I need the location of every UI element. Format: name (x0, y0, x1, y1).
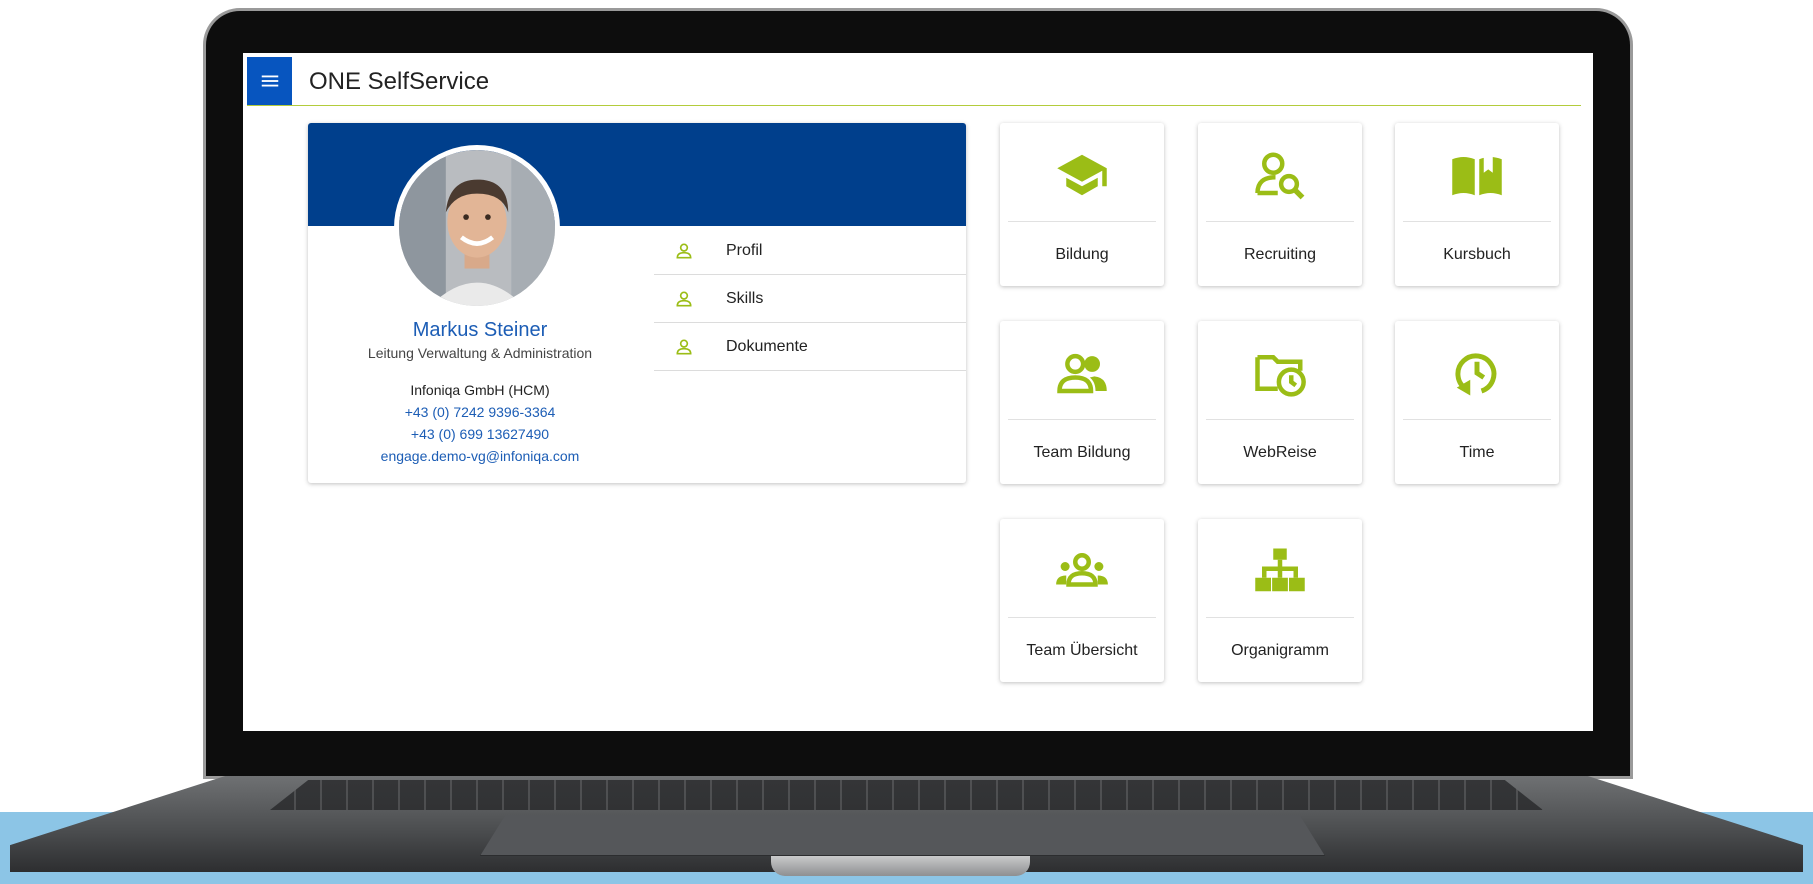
clock-history-icon (1450, 346, 1504, 400)
org-chart-icon (1253, 544, 1307, 598)
tile-separator (1206, 419, 1354, 420)
tile-bildung[interactable]: Bildung (1000, 123, 1164, 286)
profile-name: Markus Steiner (412, 319, 548, 341)
people-icon (1055, 346, 1109, 400)
menu-button[interactable] (247, 57, 292, 105)
profile-company: Infoniqa GmbH (HCM) (410, 382, 550, 398)
tile-separator (1206, 617, 1354, 618)
profile-phone-2[interactable]: +43 (0) 699 13627490 (308, 426, 652, 442)
tile-separator (1403, 221, 1551, 222)
tile-team-bildung[interactable]: Team Bildung (1000, 321, 1164, 484)
tile-time[interactable]: Time (1395, 321, 1559, 484)
graduation-cap-icon (1055, 148, 1109, 202)
profile-phone-1[interactable]: +43 (0) 7242 9396-3364 (308, 404, 652, 420)
person-icon (676, 339, 692, 354)
tile-separator (1008, 617, 1156, 618)
groups-icon (1055, 544, 1109, 598)
profile-menu-label: Skills (726, 289, 764, 307)
tile-label: Recruiting (1243, 246, 1317, 263)
app-title: ONE SelfService (309, 68, 490, 95)
app-screen: ONE SelfService Markus Steiner Leitung V… (243, 53, 1593, 731)
tile-label: Organigramm (1231, 642, 1329, 659)
tile-kursbuch[interactable]: Kursbuch (1395, 123, 1559, 286)
profile-card: Markus Steiner Leitung Verwaltung & Admi… (308, 123, 966, 483)
person-icon (676, 291, 692, 306)
tile-webreise[interactable]: WebReise (1198, 321, 1362, 484)
tile-label: Bildung (1055, 246, 1109, 263)
avatar (394, 145, 560, 311)
app-bar: ONE SelfService (247, 57, 1581, 106)
profile-menu-item-dokumente[interactable]: Dokumente (654, 323, 966, 371)
folder-clock-icon (1253, 346, 1307, 400)
tile-separator (1206, 221, 1354, 222)
profile-menu: Profil Skills Dokumente (654, 227, 966, 371)
tile-label: Team Übersicht (1026, 642, 1138, 659)
profile-menu-label: Dokumente (726, 337, 808, 355)
person-icon (676, 243, 692, 258)
laptop-keyboard (270, 780, 1543, 810)
hamburger-icon (261, 75, 278, 87)
profile-email[interactable]: engage.demo-vg@infoniqa.com (308, 448, 652, 464)
profile-menu-item-profil[interactable]: Profil (654, 227, 966, 275)
person-search-icon (1253, 148, 1307, 202)
profile-role: Leitung Verwaltung & Administration (367, 345, 593, 361)
profile-menu-item-skills[interactable]: Skills (654, 275, 966, 323)
tile-separator (1403, 419, 1551, 420)
tile-separator (1008, 221, 1156, 222)
profile-menu-label: Profil (726, 241, 763, 259)
tile-separator (1008, 419, 1156, 420)
open-book-icon (1450, 148, 1504, 202)
tile-recruiting[interactable]: Recruiting (1198, 123, 1362, 286)
tile-label: Kursbuch (1443, 246, 1511, 263)
tile-team-uebersicht[interactable]: Team Übersicht (1000, 519, 1164, 682)
tile-organigramm[interactable]: Organigramm (1198, 519, 1362, 682)
laptop-notch (771, 856, 1030, 876)
tile-label: WebReise (1243, 444, 1317, 461)
tile-label: Team Bildung (1033, 444, 1131, 461)
tile-label: Time (1459, 444, 1495, 461)
laptop-trackpad (480, 815, 1325, 856)
